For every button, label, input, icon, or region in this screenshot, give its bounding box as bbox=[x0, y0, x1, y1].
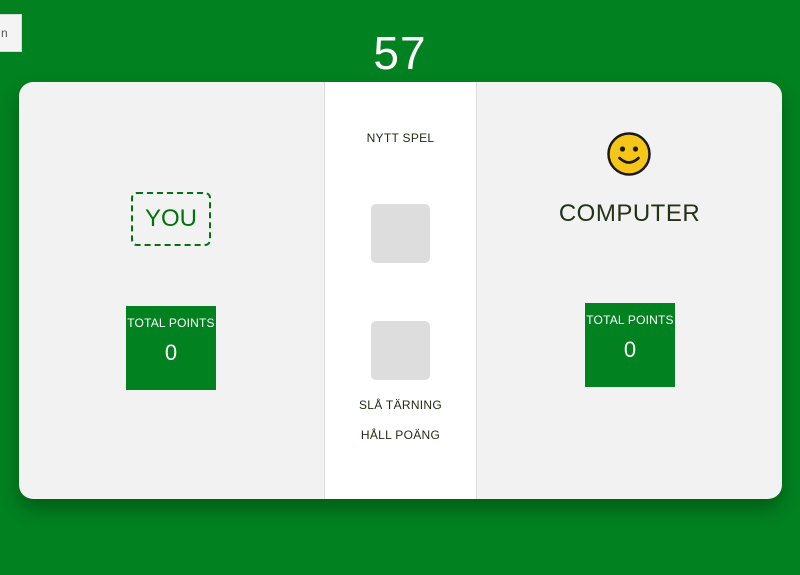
new-game-button[interactable]: NYTT SPEL bbox=[325, 131, 476, 145]
die-1 bbox=[371, 204, 430, 263]
controls-panel: NYTT SPEL SLÅ TÄRNING HÅLL POÄNG bbox=[324, 82, 477, 499]
roll-dice-button[interactable]: SLÅ TÄRNING bbox=[325, 398, 476, 412]
smiley-face-icon bbox=[607, 132, 651, 176]
total-points-value-computer: 0 bbox=[623, 337, 637, 362]
player-panel-you: YOU TOTAL POINTS 0 bbox=[19, 82, 324, 499]
total-points-value-you: 0 bbox=[164, 340, 178, 365]
game-board: YOU TOTAL POINTS 0 NYTT SPEL SLÅ TÄRNING… bbox=[19, 82, 782, 499]
total-points-label-computer: TOTAL POINTS bbox=[586, 313, 674, 327]
total-points-label-you: TOTAL POINTS bbox=[127, 316, 215, 330]
die-2 bbox=[371, 321, 430, 380]
player-panel-computer: COMPUTER TOTAL POINTS 0 bbox=[477, 82, 782, 499]
player-name-computer: COMPUTER bbox=[558, 200, 701, 227]
total-points-box-you: TOTAL POINTS 0 bbox=[126, 306, 216, 390]
hold-points-button[interactable]: HÅLL POÄNG bbox=[325, 428, 476, 442]
goal-score: 57 bbox=[373, 27, 427, 79]
player-name-you: YOU bbox=[131, 192, 211, 246]
total-points-box-computer: TOTAL POINTS 0 bbox=[585, 303, 675, 387]
